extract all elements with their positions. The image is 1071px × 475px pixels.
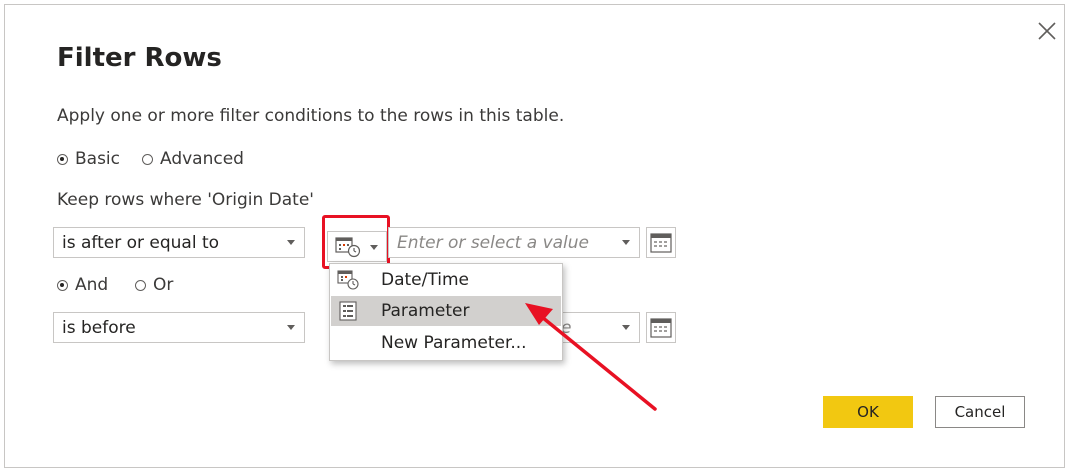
highlight-box [322,215,390,269]
condition2-operator-select[interactable]: is before [53,312,305,343]
datetime-icon [337,269,359,291]
keep-rows-label: Keep rows where 'Origin Date' [57,190,314,210]
radio-basic[interactable]: Basic [57,149,120,169]
radio-or-dot[interactable] [135,279,146,291]
annotation-arrow-icon [525,303,657,411]
condition1-operator-select[interactable]: is after or equal to [53,227,305,258]
condition2-operator-value: is before [62,317,136,338]
dialog-description: Apply one or more filter conditions to t… [57,106,565,126]
menu-item-label: Parameter [381,301,470,321]
filter-rows-dialog: Filter Rows Apply one or more filter con… [4,4,1065,468]
radio-or-label: Or [153,275,174,295]
cancel-button[interactable]: Cancel [935,396,1025,428]
chevron-down-icon [287,240,295,245]
menu-item-datetime[interactable]: Date/Time [331,265,561,295]
radio-and-dot[interactable] [57,279,68,291]
condition1-value-placeholder: Enter or select a value [397,232,589,253]
chevron-down-icon [287,325,295,330]
ok-button[interactable]: OK [823,396,913,428]
radio-and[interactable]: And [57,275,108,295]
menu-item-label: Date/Time [381,270,469,290]
condition1-operator-value: is after or equal to [62,232,220,253]
radio-basic-label: Basic [75,149,121,169]
calendar-button[interactable] [646,227,676,258]
radio-advanced[interactable]: Advanced [142,149,244,169]
radio-or[interactable]: Or [135,275,173,295]
dialog-title: Filter Rows [57,43,222,73]
radio-and-label: And [75,275,109,295]
radio-advanced-dot[interactable] [142,153,153,165]
close-icon[interactable] [1036,20,1058,42]
radio-basic-dot[interactable] [57,153,68,165]
radio-advanced-label: Advanced [160,149,244,169]
condition1-value-input[interactable]: Enter or select a value [388,227,640,258]
calendar-icon [650,232,672,253]
parameter-icon [337,300,359,322]
chevron-down-icon [622,240,630,245]
